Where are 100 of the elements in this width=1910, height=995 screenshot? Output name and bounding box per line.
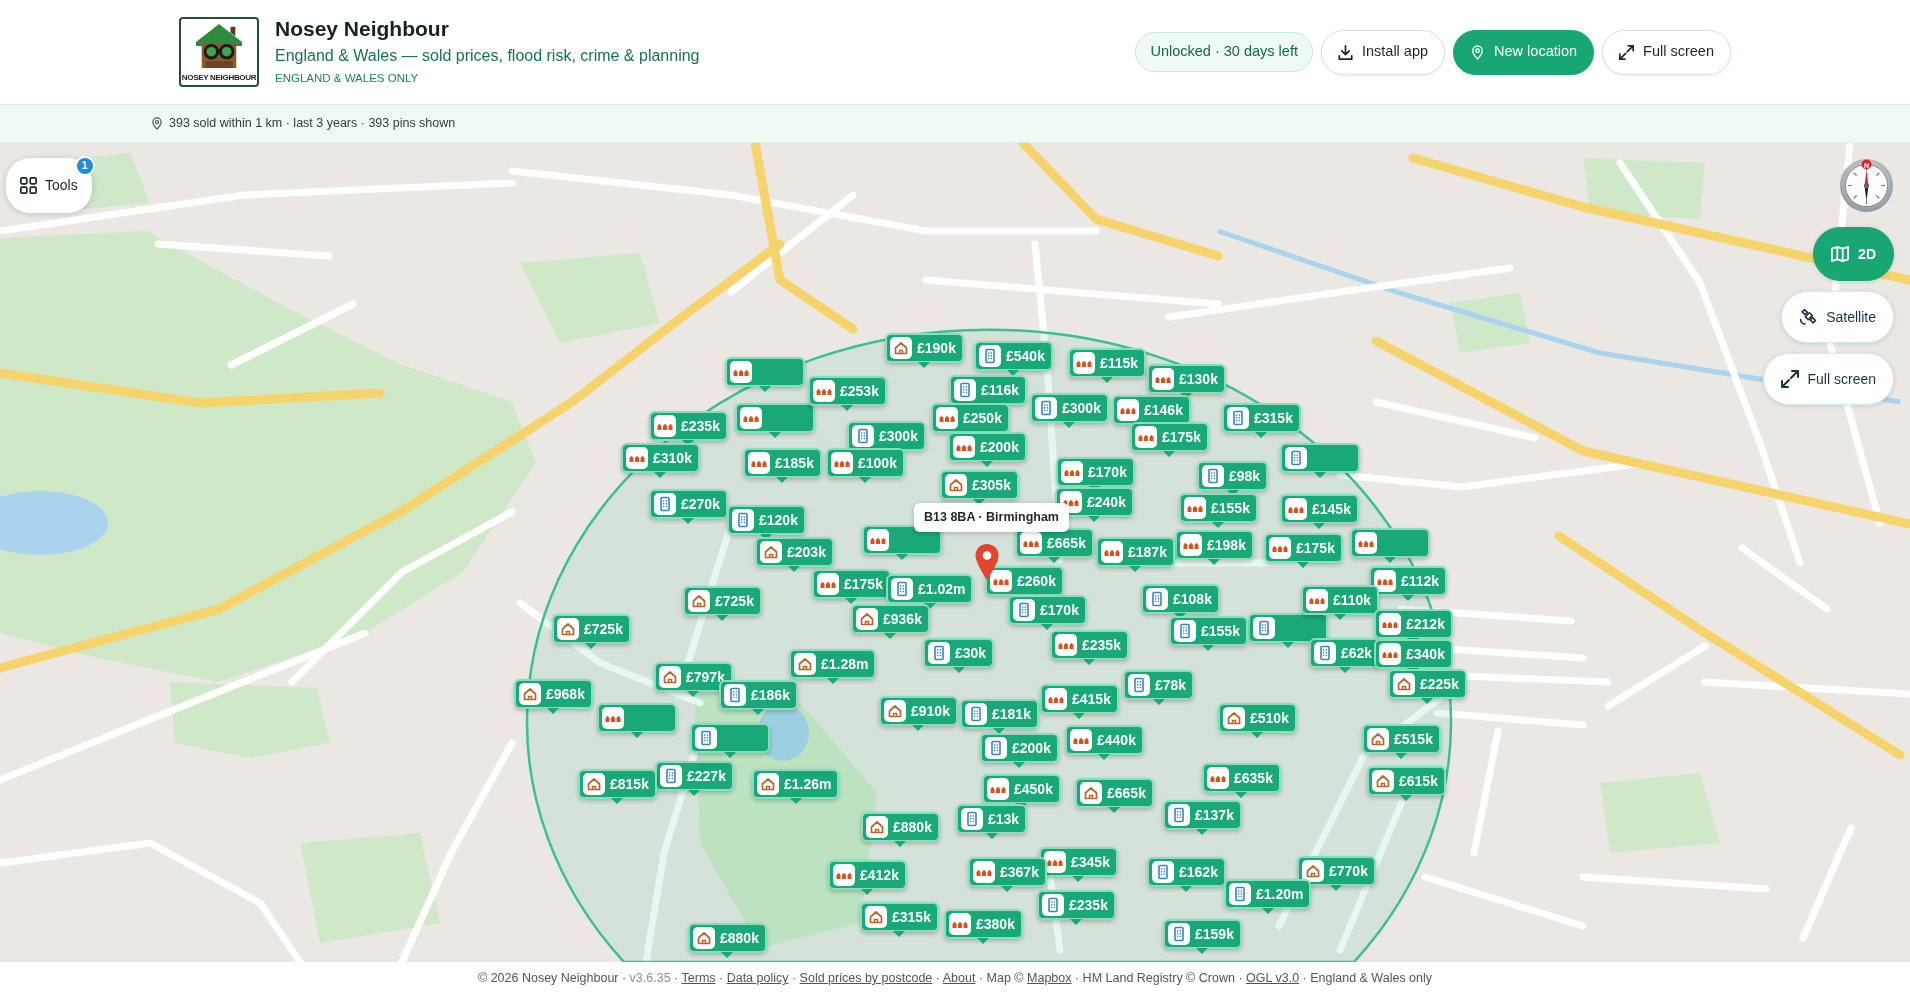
building-icon: [1253, 617, 1275, 639]
app-tagline: England & Wales — sold prices, flood risk, crime & planning: [275, 45, 700, 66]
row-houses-icon: [1306, 589, 1328, 611]
house-icon: [1393, 673, 1415, 695]
row-houses-icon: [987, 778, 1009, 800]
house-icon: [865, 906, 887, 928]
row-houses-icon: [1135, 426, 1157, 448]
house-icon: [794, 653, 816, 675]
row-houses-icon: [1061, 461, 1083, 483]
row-houses-icon: [1379, 643, 1401, 665]
building-icon: [979, 345, 1001, 367]
row-houses-icon: [953, 436, 975, 458]
row-houses-icon: [740, 407, 762, 429]
footer-link[interactable]: About: [942, 971, 976, 986]
building-icon: [1168, 804, 1190, 826]
row-houses-icon: [1379, 613, 1401, 635]
footer-link[interactable]: Mapbox: [1027, 971, 1072, 986]
results-summary: 393 sold within 1 km · last 3 years · 393 pins shown: [169, 115, 456, 133]
compass-icon: [1839, 158, 1894, 213]
grid-icon: [20, 177, 37, 194]
house-icon: [583, 773, 605, 795]
building-icon: [724, 684, 746, 706]
house-icon: [866, 816, 888, 838]
building-icon: [961, 808, 983, 830]
row-houses-icon: [1355, 532, 1377, 554]
footer-text: © 2026 Nosey Neighbour · v3.6.35 · Terms · Data policy · Sold prices by postcode · About · Map © Mapbox · HM Land Registry © Crown · OGL v3.0 · England & Wales only: [477, 970, 1433, 988]
row-houses-icon: [1207, 767, 1229, 789]
building-icon: [1229, 883, 1251, 905]
row-houses-icon: [867, 529, 889, 551]
building-icon: [985, 737, 1007, 759]
row-houses-icon: [1045, 688, 1067, 710]
footer-link[interactable]: OGL v3.0: [1246, 971, 1300, 986]
house-icon: [757, 773, 779, 795]
house-icon: [1367, 728, 1389, 750]
row-houses-icon: [1374, 570, 1396, 592]
footer-link[interactable]: Sold prices by postcode: [799, 971, 933, 986]
location-marker-icon: [974, 543, 1000, 581]
building-icon: [891, 578, 913, 600]
row-houses-icon: [1020, 532, 1042, 554]
house-icon: [688, 590, 710, 612]
location-pin-icon: [1470, 44, 1486, 60]
building-icon: [1314, 642, 1336, 664]
row-houses-icon: [730, 361, 752, 383]
house-icon: [1223, 707, 1245, 729]
row-houses-icon: [831, 452, 853, 474]
row-houses-icon: [973, 861, 995, 883]
building-icon: [1285, 447, 1307, 469]
building-icon: [1128, 674, 1150, 696]
row-houses-icon: [990, 570, 1012, 592]
app-logo[interactable]: NOSEY NEIGHBOUR: [179, 17, 259, 87]
row-houses-icon: [1073, 352, 1095, 374]
header-button[interactable]: New location: [1453, 29, 1595, 75]
building-icon: [1227, 407, 1249, 429]
header-button[interactable]: Install app: [1320, 29, 1446, 75]
building-icon: [965, 703, 987, 725]
building-icon: [1152, 861, 1174, 883]
house-icon: [856, 608, 878, 630]
row-houses-icon: [813, 380, 835, 402]
house-icon: [760, 541, 782, 563]
row-houses-icon: [949, 913, 971, 935]
download-icon: [1337, 44, 1353, 60]
house-icon: [884, 700, 906, 722]
coverage-note: ENGLAND & WALES ONLY: [275, 71, 420, 87]
building-icon: [1168, 923, 1190, 945]
footer-link[interactable]: Terms: [681, 971, 716, 986]
tools-button[interactable]: Tools 1: [6, 158, 92, 213]
map-view-button[interactable]: Satellite: [1781, 291, 1894, 343]
row-houses-icon: [833, 864, 855, 886]
row-houses-icon: [1117, 399, 1139, 421]
row-houses-icon: [1152, 368, 1174, 390]
row-houses-icon: [1184, 497, 1206, 519]
row-houses-icon: [748, 452, 770, 474]
app-title: Nosey Neighbour: [275, 16, 450, 42]
building-icon: [1013, 599, 1035, 621]
building-icon: [732, 509, 754, 531]
row-houses-icon: [936, 407, 958, 429]
building-icon: [1174, 620, 1196, 642]
row-houses-icon: [1269, 537, 1291, 559]
row-houses-icon: [1070, 729, 1092, 751]
building-icon: [660, 765, 682, 787]
building-icon: [1042, 894, 1064, 916]
count-badge: 1: [74, 156, 95, 176]
map-view-button[interactable]: Full screen: [1762, 353, 1894, 405]
row-houses-icon: [654, 415, 676, 437]
building-icon: [1035, 397, 1057, 419]
house-icon: [557, 618, 579, 640]
header-button[interactable]: Full screen: [1602, 29, 1731, 75]
building-icon: [852, 425, 874, 447]
house-icon: [519, 683, 541, 705]
row-houses-icon: [1055, 634, 1077, 656]
row-houses-icon: [817, 573, 839, 595]
location-tooltip: B13 8BA · Birmingham: [914, 503, 1069, 532]
building-icon: [1146, 588, 1168, 610]
building-icon: [1202, 465, 1224, 487]
row-houses-icon: [1180, 534, 1202, 556]
footer-link[interactable]: Data policy: [726, 971, 789, 986]
building-icon: [928, 642, 950, 664]
folded-map-icon: [1831, 245, 1850, 263]
access-status: Unlocked · 30 days left: [1135, 32, 1313, 72]
house-icon: [1080, 782, 1102, 804]
